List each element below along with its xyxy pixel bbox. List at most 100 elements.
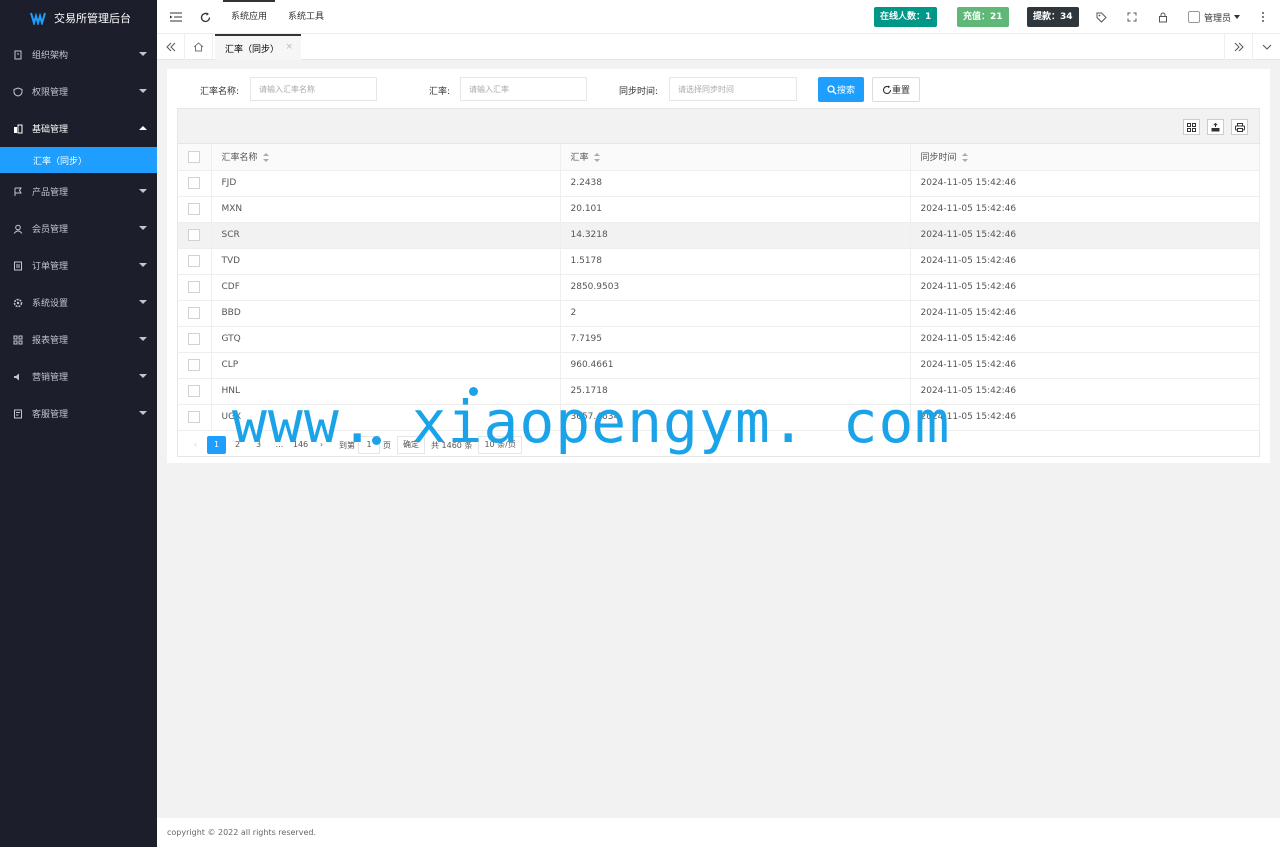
row-checkbox[interactable] [188, 281, 200, 293]
refresh-icon[interactable] [198, 10, 212, 24]
cell-sync-time: 2024-11-05 15:42:46 [910, 326, 1260, 353]
sidebar-item-order[interactable]: 订单管理 [0, 247, 157, 284]
avatar [1188, 11, 1200, 23]
sidebar-item-base[interactable]: 基础管理 [0, 110, 157, 147]
sidebar-item-service[interactable]: 客服管理 [0, 395, 157, 432]
app-logo: 交易所管理后台 [0, 0, 157, 36]
cell-sync-time: 2024-11-05 15:42:46 [910, 378, 1260, 405]
row-checkbox[interactable] [188, 177, 200, 189]
speaker-icon [13, 372, 23, 382]
sidebar-item-org[interactable]: 组织架构 [0, 36, 157, 73]
tab-system-tools[interactable]: 系统工具 [288, 0, 324, 34]
export-icon[interactable] [1207, 119, 1224, 135]
cell-sync-time: 2024-11-05 15:42:46 [910, 300, 1260, 327]
chevron-up-icon [139, 126, 147, 130]
sidebar-item-product[interactable]: 产品管理 [0, 173, 157, 210]
columns-filter-icon[interactable] [1183, 119, 1200, 135]
app-title: 交易所管理后台 [54, 12, 131, 25]
sidebar: 交易所管理后台 组织架构 权限管理 基础管理 汇率（同步） 产品管理 会员管理 … [0, 0, 157, 847]
fullscreen-icon[interactable] [1125, 10, 1139, 24]
cell-rate-name: FJD [211, 170, 561, 197]
tabs-menu-chevron-down-icon[interactable] [1252, 34, 1280, 60]
search-button[interactable]: 搜索 [818, 77, 864, 102]
sidebar-subitem-exchange-rate[interactable]: 汇率（同步） [0, 147, 157, 173]
sidebar-item-member[interactable]: 会员管理 [0, 210, 157, 247]
sidebar-item-marketing[interactable]: 营销管理 [0, 358, 157, 395]
row-checkbox[interactable] [188, 255, 200, 267]
report-icon [13, 335, 23, 345]
cell-rate: 7.7195 [560, 326, 911, 353]
service-icon [13, 409, 23, 419]
chevron-down-icon [1234, 15, 1241, 19]
cell-sync-time: 2024-11-05 15:42:46 [910, 274, 1260, 301]
reset-button[interactable]: 重置 [872, 77, 920, 102]
row-checkbox[interactable] [188, 411, 200, 423]
chevron-down-icon [139, 374, 147, 378]
print-icon[interactable] [1231, 119, 1248, 135]
close-icon[interactable]: × [285, 42, 293, 52]
row-checkbox[interactable] [188, 229, 200, 241]
sidebar-item-permission[interactable]: 权限管理 [0, 73, 157, 110]
filter-label-sync-time: 同步时间: [619, 87, 659, 97]
row-checkbox[interactable] [188, 333, 200, 345]
sidebar-item-label: 权限管理 [32, 88, 69, 98]
cell-rate: 20.101 [560, 196, 911, 223]
sort-icon[interactable] [593, 153, 600, 163]
sidebar-item-report[interactable]: 报表管理 [0, 321, 157, 358]
tabs-scroll-left-icon[interactable] [157, 34, 185, 60]
tabs-scroll-right-icon[interactable] [1224, 34, 1252, 60]
home-icon[interactable] [185, 34, 213, 60]
sidebar-item-label: 组织架构 [32, 51, 69, 61]
column-header-rate-name[interactable]: 汇率名称 [211, 144, 561, 171]
sort-icon[interactable] [262, 153, 269, 163]
cell-rate: 2 [560, 300, 911, 327]
select-all-checkbox[interactable] [188, 150, 200, 163]
row-checkbox[interactable] [188, 385, 200, 397]
refresh-icon [882, 85, 892, 94]
cell-rate-name: GTQ [211, 326, 561, 353]
page-button-current[interactable]: 1 [207, 436, 226, 454]
chevron-down-icon [139, 189, 147, 193]
column-header-rate[interactable]: 汇率 [560, 144, 911, 171]
row-checkbox[interactable] [188, 307, 200, 319]
lock-icon[interactable] [1156, 10, 1170, 24]
sidebar-item-settings[interactable]: 系统设置 [0, 284, 157, 321]
table-toolbar [178, 109, 1259, 144]
sidebar-item-label: 客服管理 [32, 410, 69, 420]
sidebar-item-label: 系统设置 [32, 299, 69, 309]
chevron-down-icon [139, 89, 147, 93]
column-header-sync-time[interactable]: 同步时间 [910, 144, 1260, 171]
more-icon[interactable] [1256, 10, 1270, 24]
flag-icon [13, 187, 23, 197]
sync-time-input[interactable] [669, 77, 797, 101]
cell-rate: 1.5178 [560, 248, 911, 275]
rate-name-input[interactable] [250, 77, 377, 101]
cell-rate-name: MXN [211, 196, 561, 223]
cell-rate-name: CLP [211, 352, 561, 379]
header-checkbox-cell [178, 144, 212, 171]
watermark-text: www. xiaopengym. com [232, 388, 951, 456]
user-name: 管理员 [1204, 13, 1232, 24]
tab-exchange-rate[interactable]: 汇率（同步） × [215, 34, 301, 60]
filter-label-rate: 汇率: [429, 87, 451, 97]
user-menu[interactable]: 管理员 [1188, 0, 1241, 34]
sidebar-item-label: 产品管理 [32, 188, 69, 198]
cell-rate-name: TVD [211, 248, 561, 275]
cell-rate-name: CDF [211, 274, 561, 301]
row-checkbox[interactable] [188, 359, 200, 371]
menu-toggle-icon[interactable] [169, 10, 183, 24]
rate-input[interactable] [460, 77, 587, 101]
table-row: CLP 960.4661 2024-11-05 15:42:46 [178, 352, 1260, 379]
cell-rate: 2850.9503 [560, 274, 911, 301]
prev-page-chevron-left-icon[interactable]: ‹ [186, 436, 205, 454]
org-icon [13, 50, 23, 60]
chevron-down-icon [139, 300, 147, 304]
tag-icon[interactable] [1094, 10, 1108, 24]
tab-system-apps[interactable]: 系统应用 [222, 0, 276, 34]
shield-icon [13, 86, 23, 97]
row-checkbox[interactable] [188, 203, 200, 215]
footer: copyright © 2022 all rights reserved. [157, 818, 1280, 847]
table-row: SCR 14.3218 2024-11-05 15:42:46 [178, 222, 1260, 249]
sort-icon[interactable] [961, 153, 968, 163]
watermark-dot [372, 436, 381, 445]
